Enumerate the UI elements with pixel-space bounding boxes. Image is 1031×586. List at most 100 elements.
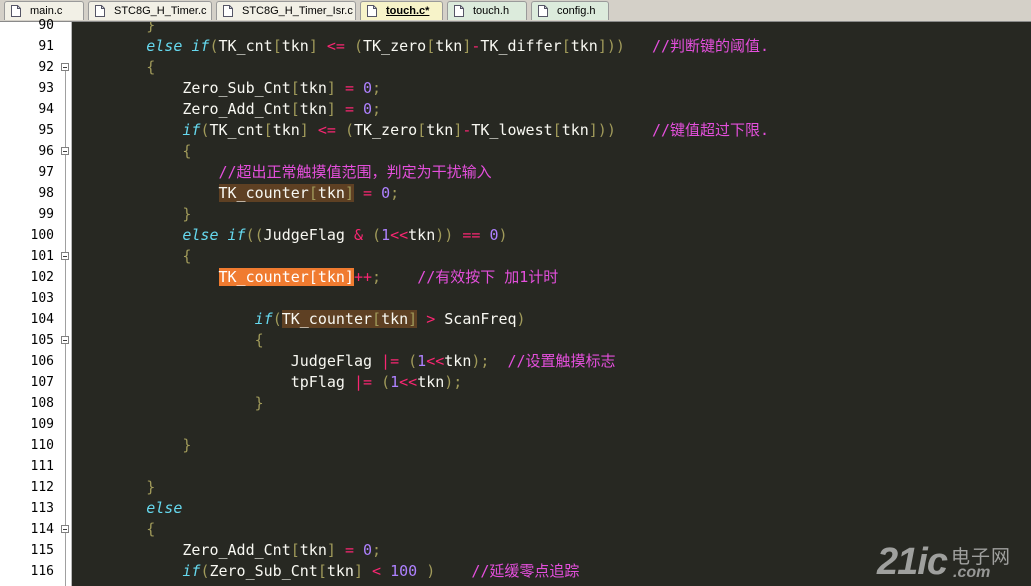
code-token: //有效按下 加1计时 [417,268,559,286]
code-token: } [74,394,264,412]
code-line[interactable]: { [74,330,264,351]
code-token: 0 [363,541,373,559]
code-token: ( [344,121,354,139]
code-line[interactable]: if(Zero_Sub_Cnt[tkn] < 100 ) //延缓零点追踪 [74,561,579,582]
code-line[interactable]: TK_counter[tkn]++; //有效按下 加1计时 [74,267,558,288]
code-token: TK_cnt [209,121,264,139]
code-token: tkn [299,541,327,559]
code-token: tkn [299,100,327,118]
code-token: else if [146,37,210,55]
code-line[interactable]: Zero_Add_Cnt[tkn] = 0; [74,540,381,561]
line-number: 90 [38,18,54,33]
line-number: 104 [30,312,54,327]
code-line[interactable]: //超出正常触摸值范围，判定为干扰输入 [74,162,492,183]
code-line[interactable]: JudgeFlag |= (1<<tkn); //设置触摸标志 [74,351,616,372]
tab-label: config.h [557,5,596,17]
fold-toggle-icon[interactable] [61,147,69,155]
code-token: { [74,247,192,265]
tab-touch-h[interactable]: touch.h [447,1,527,20]
fold-toggle-icon[interactable] [61,63,69,71]
code-token: > [426,310,436,328]
code-line[interactable]: TK_counter[tkn] = 0; [74,183,399,204]
tab-touch-c[interactable]: touch.c* [360,1,443,20]
code-token: [ [552,121,562,139]
code-token: ) [417,562,436,580]
code-token: tkn [570,37,598,55]
code-line[interactable]: if(TK_counter[tkn] > ScanFreq) [74,309,526,330]
code-token: [ [372,310,382,328]
tab-label: STC8G_H_Timer.c [114,5,207,17]
code-token: //超出正常触摸值范围，判定为干扰输入 [218,163,492,181]
code-token: ] [344,184,354,202]
code-token: JudgeFlag [263,226,345,244]
code-line[interactable]: Zero_Add_Cnt[tkn] = 0; [74,99,381,120]
code-token: = [344,541,354,559]
code-token: <= [326,37,345,55]
code-line[interactable]: Zero_Sub_Cnt[tkn] = 0; [74,78,381,99]
code-line[interactable]: if(TK_cnt[tkn] <= (TK_zero[tkn]-TK_lowes… [74,120,769,141]
code-token: ( [372,226,382,244]
code-line[interactable]: } [74,477,155,498]
fold-guide-line [65,71,66,147]
line-number: 95 [38,123,54,138]
code-line[interactable]: tpFlag |= (1<<tkn); [74,372,463,393]
h-file-icon [538,5,548,17]
fold-toggle-icon[interactable] [61,336,69,344]
code-editor[interactable]: } else if(TK_cnt[tkn] <= (TK_zero[tkn]-T… [72,22,1031,586]
code-token: TK_counter [218,184,309,202]
code-line[interactable]: } [74,393,264,414]
line-number: 91 [38,39,54,54]
code-token: tkn [561,121,589,139]
code-line[interactable]: else if(TK_cnt[tkn] <= (TK_zero[tkn]-TK_… [74,36,769,57]
tab-stc8g-h-timer-c[interactable]: STC8G_H_Timer.c [88,1,212,20]
fold-toggle-icon[interactable] [61,252,69,260]
code-token: [ [290,100,300,118]
line-number: 107 [30,375,54,390]
code-token: else [146,499,183,517]
code-line[interactable]: else if((JudgeFlag & (1<<tkn)) == 0) [74,225,507,246]
code-token: ] [299,121,309,139]
code-token: [ [290,541,300,559]
code-token: << [426,352,445,370]
fold-toggle-icon[interactable] [61,525,69,533]
code-line[interactable]: { [74,246,191,267]
code-token: { [74,58,156,76]
line-number: 111 [30,459,54,474]
code-token: //判断键的阈值. [652,37,770,55]
code-line[interactable]: { [74,57,155,78]
h-file-icon [454,5,464,17]
code-token: else if [182,226,246,244]
code-token: //设置触摸标志 [507,352,616,370]
watermark-bottom-text: .com [953,564,991,581]
code-token: ; [390,184,400,202]
code-token: = [363,184,373,202]
tab-stc8g-h-timer-isr-c[interactable]: STC8G_H_Timer_Isr.c [216,1,356,20]
code-token: tpFlag [74,373,354,391]
code-line[interactable]: { [74,141,191,162]
code-token: ( [353,37,363,55]
code-token: |= [353,373,373,391]
code-line[interactable]: { [74,519,155,540]
code-token: 0 [381,184,391,202]
code-line[interactable]: } [74,435,191,456]
code-line[interactable]: else [74,498,182,519]
code-line[interactable]: } [74,204,191,225]
tab-config-h[interactable]: config.h [531,1,609,20]
code-line[interactable]: } [74,22,155,36]
code-token: } [74,22,156,34]
code-token: tkn [426,121,454,139]
code-token: ] [326,541,336,559]
